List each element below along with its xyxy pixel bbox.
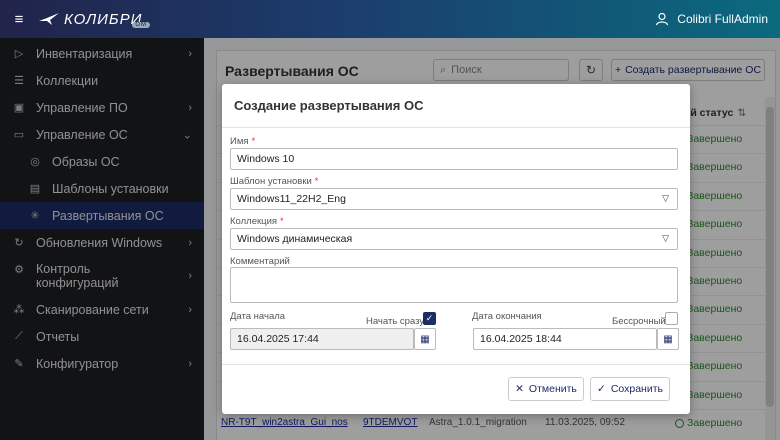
brand-badge: ОМ xyxy=(132,22,151,28)
name-value: Windows 10 xyxy=(237,153,295,165)
menu-icon[interactable]: ≡ xyxy=(0,11,38,28)
start-date-input: 16.04.2025 17:44 xyxy=(230,328,414,350)
user-menu[interactable]: Colibri FullAdmin xyxy=(655,0,768,38)
calendar-icon: ▦ xyxy=(663,333,673,345)
required-mark: * xyxy=(314,176,319,187)
start-now-checkbox[interactable]: ✓ xyxy=(423,312,436,325)
end-date-input[interactable]: 16.04.2025 18:44 xyxy=(473,328,657,350)
brand-name: КОЛИБРИ xyxy=(64,10,143,28)
create-deployment-dialog: Создание развертывания ОС Имя * Windows 1… xyxy=(222,84,690,414)
required-mark: * xyxy=(251,136,256,147)
comment-label: Комментарий xyxy=(230,256,290,267)
end-calendar-button[interactable]: ▦ xyxy=(657,328,679,350)
name-input[interactable]: Windows 10 xyxy=(230,148,678,170)
cancel-button[interactable]: ✕ Отменить xyxy=(508,377,584,401)
hummingbird-icon xyxy=(39,13,59,25)
collection-label: Коллекция * xyxy=(230,216,284,227)
start-date-label: Дата начала xyxy=(230,311,286,322)
template-label: Шаблон установки * xyxy=(230,176,319,187)
check-icon: ✓ xyxy=(597,383,606,395)
user-icon xyxy=(656,12,669,26)
indefinite-label: Бессрочный xyxy=(612,316,666,327)
end-date-value: 16.04.2025 18:44 xyxy=(480,333,562,345)
end-date-label: Дата окончания xyxy=(472,311,542,322)
collection-select[interactable]: Windows динамическая ▽ xyxy=(230,228,678,250)
indefinite-checkbox[interactable] xyxy=(665,312,678,325)
chevron-down-icon: ▽ xyxy=(662,233,669,243)
template-label-text: Шаблон установки xyxy=(230,176,312,187)
start-date-value: 16.04.2025 17:44 xyxy=(237,333,319,345)
comment-textarea[interactable] xyxy=(230,267,678,303)
brand-logo[interactable]: КОЛИБРИ ОМ xyxy=(38,11,164,28)
collection-value: Windows динамическая xyxy=(237,233,353,245)
cancel-label: Отменить xyxy=(528,383,577,395)
template-value: Windows11_22H2_Eng xyxy=(237,193,346,205)
name-label-text: Имя xyxy=(230,136,249,147)
close-icon: ✕ xyxy=(515,383,524,395)
start-calendar-button[interactable]: ▦ xyxy=(414,328,436,350)
check-icon: ✓ xyxy=(425,313,434,323)
top-bar: ≡ КОЛИБРИ ОМ Colibri FullAdmin xyxy=(0,0,780,38)
name-label: Имя * xyxy=(230,136,255,147)
template-select[interactable]: Windows11_22H2_Eng ▽ xyxy=(230,188,678,210)
start-now-label: Начать сразу xyxy=(366,316,425,327)
dialog-title: Создание развертывания ОС xyxy=(222,84,690,128)
user-name: Colibri FullAdmin xyxy=(677,12,768,26)
dialog-footer: ✕ Отменить ✓ Сохранить xyxy=(222,364,690,414)
save-button[interactable]: ✓ Сохранить xyxy=(590,377,670,401)
collection-label-text: Коллекция xyxy=(230,216,278,227)
required-mark: * xyxy=(280,216,284,227)
calendar-icon: ▦ xyxy=(420,333,430,345)
save-label: Сохранить xyxy=(610,383,663,395)
chevron-down-icon: ▽ xyxy=(662,193,669,203)
